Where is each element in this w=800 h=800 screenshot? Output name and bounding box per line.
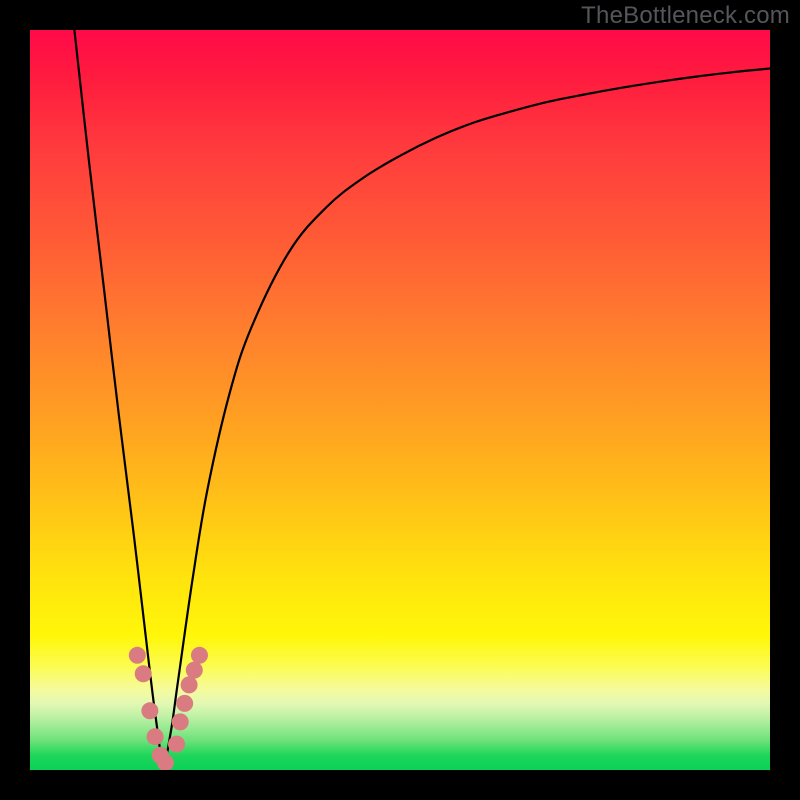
plot-area xyxy=(30,30,770,770)
marker-dot xyxy=(186,662,203,679)
marker-dot xyxy=(168,736,185,753)
curve-layer xyxy=(30,30,770,770)
marker-dot xyxy=(141,702,158,719)
marker-dot xyxy=(191,647,208,664)
marker-dot xyxy=(176,695,193,712)
marker-dot xyxy=(181,676,198,693)
marker-dot xyxy=(129,647,146,664)
chart-frame: TheBottleneck.com xyxy=(0,0,800,800)
marker-dot xyxy=(147,728,164,745)
bottleneck-curve xyxy=(74,30,770,763)
marker-dot xyxy=(172,713,189,730)
watermark-text: TheBottleneck.com xyxy=(581,2,790,30)
marker-dot xyxy=(135,665,152,682)
